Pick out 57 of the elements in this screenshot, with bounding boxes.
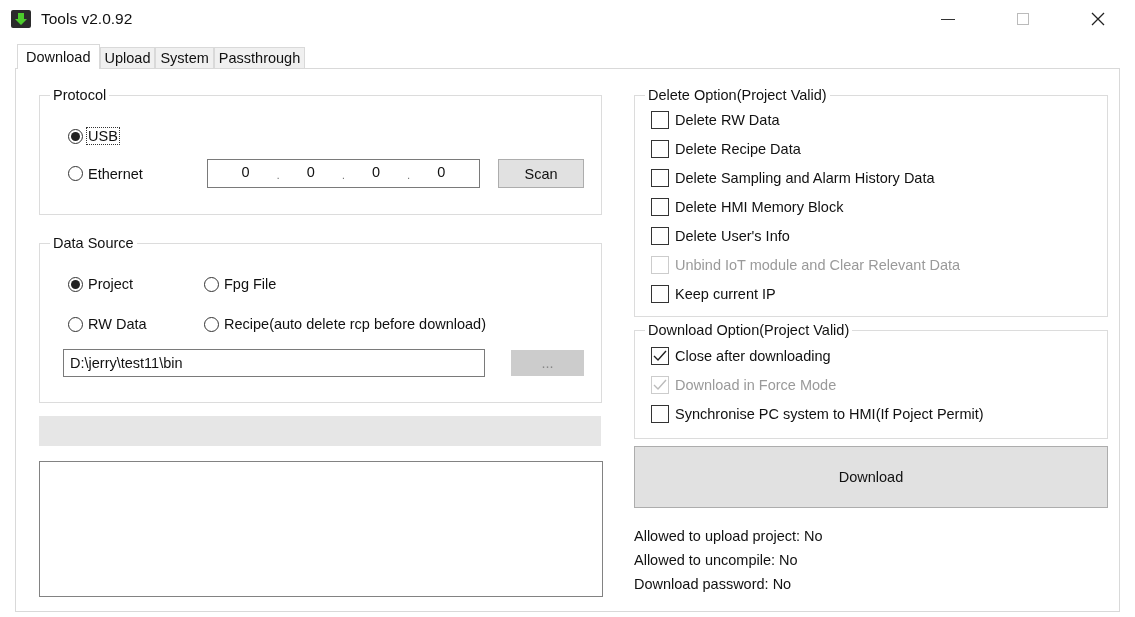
minimize-icon <box>940 18 955 20</box>
path-field[interactable]: D:\jerry\test11\bin <box>63 349 485 377</box>
checkbox-label: Close after downloading <box>675 347 831 364</box>
radio-label: Fpg File <box>223 275 278 293</box>
radio-label: USB <box>86 127 120 145</box>
group-title: Data Source <box>52 235 135 251</box>
checkbox[interactable] <box>651 226 669 245</box>
checkbox-label: Unbind IoT module and Clear Relevant Data <box>675 256 961 273</box>
tab[interactable]: System <box>155 47 214 68</box>
ip-dot: . <box>342 170 345 181</box>
info-text: Allowed to uncompile: No <box>634 552 799 569</box>
radio-button[interactable] <box>204 276 219 292</box>
scan-button[interactable]: Scan <box>498 159 584 188</box>
window-title: Tools v2.0.92 <box>41 10 133 28</box>
radio-label: Recipe(auto delete rcp before download) <box>223 315 487 333</box>
checkbox[interactable] <box>651 168 669 187</box>
ip-address-field[interactable]: 0 . 0 . 0 . 0 <box>207 159 480 188</box>
radio-label: Project <box>87 275 135 293</box>
radio-button[interactable] <box>204 316 219 332</box>
checkbox[interactable] <box>651 404 669 423</box>
checkbox-label: Keep current IP <box>675 285 776 302</box>
ip-dot: . <box>276 170 280 181</box>
ip-octet: 0 <box>372 163 381 180</box>
ip-dot: . <box>407 170 411 181</box>
tab[interactable]: Download <box>17 44 100 69</box>
app-icon <box>11 10 31 28</box>
ip-octet: 0 <box>306 163 315 180</box>
group-title: Download Option(Project Valid) <box>647 322 851 338</box>
info-text: Allowed to upload project: No <box>634 528 824 545</box>
tab[interactable]: Upload <box>99 47 156 68</box>
group-title: Delete Option(Project Valid) <box>647 87 828 103</box>
group-title: Protocol <box>52 87 108 103</box>
radio-label: RW Data <box>87 315 148 333</box>
ip-octet: 0 <box>241 163 250 180</box>
close-icon <box>1090 12 1105 26</box>
checkbox-label: Delete Sampling and Alarm History Data <box>675 169 935 186</box>
info-text: Download password: No <box>634 576 793 593</box>
download-button[interactable]: Download <box>634 446 1108 508</box>
radio-label: Ethernet <box>87 164 144 183</box>
ip-octet: 0 <box>437 163 446 180</box>
checkbox-label: Delete RW Data <box>675 111 780 128</box>
checkbox-label: Delete HMI Memory Block <box>675 198 844 215</box>
checkbox-label: Delete User's Info <box>675 227 790 244</box>
checkbox[interactable] <box>651 346 669 365</box>
checkbox[interactable] <box>651 197 669 216</box>
radio-button[interactable] <box>68 316 83 332</box>
tab[interactable]: Passthrough <box>213 47 306 68</box>
radio-button[interactable] <box>68 276 83 292</box>
checkbox[interactable] <box>651 284 669 303</box>
maximize-icon <box>1016 13 1029 25</box>
checkbox-label: Delete Recipe Data <box>675 140 801 157</box>
radio-button[interactable] <box>68 166 83 181</box>
checkbox-label: Synchronise PC system to HMI(If Poject Permit) <box>675 405 984 422</box>
radio-button[interactable] <box>68 128 83 144</box>
checkbox-label: Download in Force Mode <box>675 376 837 393</box>
checkbox[interactable] <box>651 110 669 129</box>
checkbox[interactable] <box>651 139 669 158</box>
